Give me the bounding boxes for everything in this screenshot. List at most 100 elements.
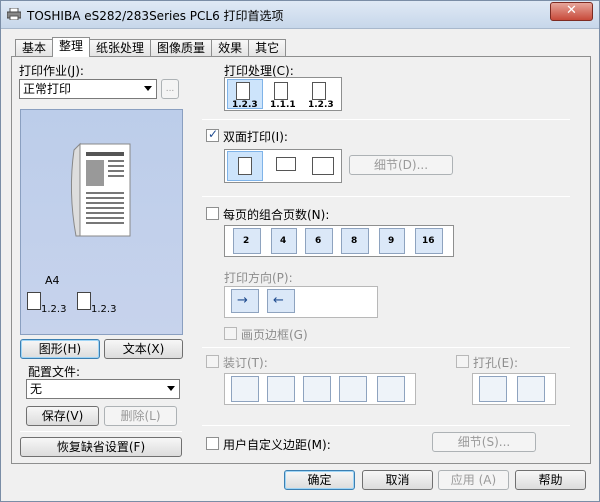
tab-paper-handling[interactable]: 纸张处理 (89, 39, 152, 57)
duplex-option-booklet[interactable] (303, 151, 339, 181)
staple-label: 装订(T): (223, 356, 268, 370)
nup-label-6: 6 (315, 236, 322, 246)
page-border-checkbox[interactable] (224, 327, 237, 340)
nup-option-9[interactable]: 9 (379, 228, 405, 254)
tablet-icon (276, 157, 296, 171)
duplex-group (224, 149, 342, 183)
tab-others[interactable]: 其它 (248, 39, 287, 57)
print-job-more-button[interactable]: ... (161, 79, 179, 99)
delete-button[interactable]: 删除(L) (104, 406, 177, 426)
punch-option-top[interactable] (479, 376, 507, 402)
arrow-right-icon: → (237, 293, 248, 308)
handling-label-3: 1.2.3 (308, 100, 334, 110)
orientation-label: 打印方向(P): (224, 271, 293, 285)
help-button[interactable]: 帮助 (515, 470, 586, 490)
collate-page-icon (27, 292, 41, 310)
divider-2 (202, 196, 570, 197)
close-button[interactable]: ✕ (550, 2, 593, 21)
staple-checkbox[interactable] (206, 355, 219, 368)
duplex-checkbox[interactable]: ✓ (206, 127, 219, 142)
collate-label-a: 1.2.3 (41, 304, 67, 315)
chevron-down-icon (144, 86, 152, 91)
nup-option-4[interactable]: 4 (271, 228, 297, 254)
paper-size-label: A4 (45, 274, 60, 287)
title-bar: TOSHIBA eS282/283Series PCL6 打印首选项 ✕ (1, 1, 599, 29)
booklet-icon (312, 157, 334, 175)
page-icon (312, 82, 326, 100)
collate-label-b: 1.2.3 (91, 304, 117, 315)
orientation-group: → ← (224, 286, 378, 318)
staple-group (224, 373, 416, 405)
page-border-label: 画页边框(G) (241, 328, 308, 342)
handling-label-2: 1.1.1 (270, 100, 296, 110)
tab-bar: 基本 整理 纸张处理 图像质量 效果 其它 (15, 37, 287, 57)
profile-label: 配置文件: (28, 365, 81, 379)
ok-button[interactable]: 确定 (284, 470, 355, 490)
duplex-label: 双面打印(I): (223, 130, 288, 144)
document-preview-icon (70, 142, 131, 237)
left-divider (20, 431, 182, 432)
page-icon (236, 82, 250, 100)
divider-4 (202, 425, 570, 426)
nup-option-6[interactable]: 6 (305, 228, 333, 254)
finishing-panel: 打印作业(J): 正常打印 ... A4 1.2.3 1.2.3 图形(H) 文… (11, 56, 591, 464)
nup-label-16: 16 (422, 236, 435, 246)
profile-value: 无 (30, 382, 43, 396)
margin-details-button[interactable]: 细节(S)... (432, 432, 536, 452)
nup-option-16[interactable]: 16 (415, 228, 443, 254)
nup-checkbox[interactable] (206, 207, 219, 220)
staple-option-5[interactable] (377, 376, 405, 402)
punch-checkbox[interactable] (456, 355, 469, 368)
duplex-option-tablet[interactable] (265, 151, 301, 181)
nup-label-9: 9 (388, 236, 395, 246)
punch-option-side[interactable] (517, 376, 545, 402)
divider-1 (202, 119, 570, 120)
custom-margin-label: 用户自定义边距(M): (223, 438, 331, 452)
nup-label-4: 4 (280, 236, 287, 246)
staple-option-3[interactable] (303, 376, 331, 402)
tab-finishing[interactable]: 整理 (52, 37, 91, 57)
handling-option-rotate[interactable]: 1.2.3 (303, 79, 339, 110)
page-icon (274, 82, 288, 100)
staple-option-2[interactable] (267, 376, 295, 402)
book-icon (238, 157, 252, 175)
print-job-value: 正常打印 (23, 82, 72, 96)
duplex-option-book[interactable] (227, 151, 263, 181)
preferences-window: TOSHIBA eS282/283Series PCL6 打印首选项 ✕ 基本 … (0, 0, 600, 502)
print-job-select[interactable]: 正常打印 (19, 79, 157, 99)
orientation-option-ltr[interactable]: → (231, 289, 259, 313)
punch-label: 打孔(E): (473, 356, 518, 370)
dialog-buttons: 确定 取消 应用 (A) 帮助 (1, 465, 599, 501)
divider-3 (202, 347, 570, 348)
nup-option-8[interactable]: 8 (341, 228, 369, 254)
orientation-option-rtl[interactable]: ← (267, 289, 295, 313)
restore-defaults-button[interactable]: 恢复缺省设置(F) (20, 437, 182, 457)
handling-option-sort[interactable]: 1.2.3 (227, 79, 263, 110)
duplex-details-button[interactable]: 细节(D)... (349, 155, 453, 175)
profile-select[interactable]: 无 (26, 379, 180, 399)
printer-icon (7, 8, 21, 20)
tab-image-quality[interactable]: 图像质量 (150, 39, 213, 57)
print-job-label: 打印作业(J): (19, 64, 84, 78)
nup-group: 2 4 6 8 9 16 (224, 225, 454, 257)
handling-option-group[interactable]: 1.1.1 (265, 79, 301, 110)
tab-effect[interactable]: 效果 (211, 39, 250, 57)
text-view-button[interactable]: 文本(X) (104, 339, 183, 359)
chevron-down-icon (167, 386, 175, 391)
handling-label-1: 1.2.3 (232, 100, 258, 110)
apply-button[interactable]: 应用 (A) (438, 470, 509, 490)
print-handling-group: 1.2.3 1.1.1 1.2.3 (224, 77, 342, 111)
staple-option-1[interactable] (231, 376, 259, 402)
staple-option-4[interactable] (339, 376, 367, 402)
nup-label-8: 8 (351, 236, 358, 246)
collate-page-icon-2 (77, 292, 91, 310)
graphic-view-button[interactable]: 图形(H) (20, 339, 100, 359)
tab-basic[interactable]: 基本 (15, 39, 54, 57)
custom-margin-checkbox[interactable] (206, 437, 219, 450)
preview-area: A4 1.2.3 1.2.3 (20, 109, 183, 335)
nup-option-2[interactable]: 2 (233, 228, 261, 254)
window-title: TOSHIBA eS282/283Series PCL6 打印首选项 (27, 9, 284, 23)
nup-label: 每页的组合页数(N): (223, 208, 330, 222)
save-button[interactable]: 保存(V) (26, 406, 99, 426)
cancel-button[interactable]: 取消 (362, 470, 433, 490)
